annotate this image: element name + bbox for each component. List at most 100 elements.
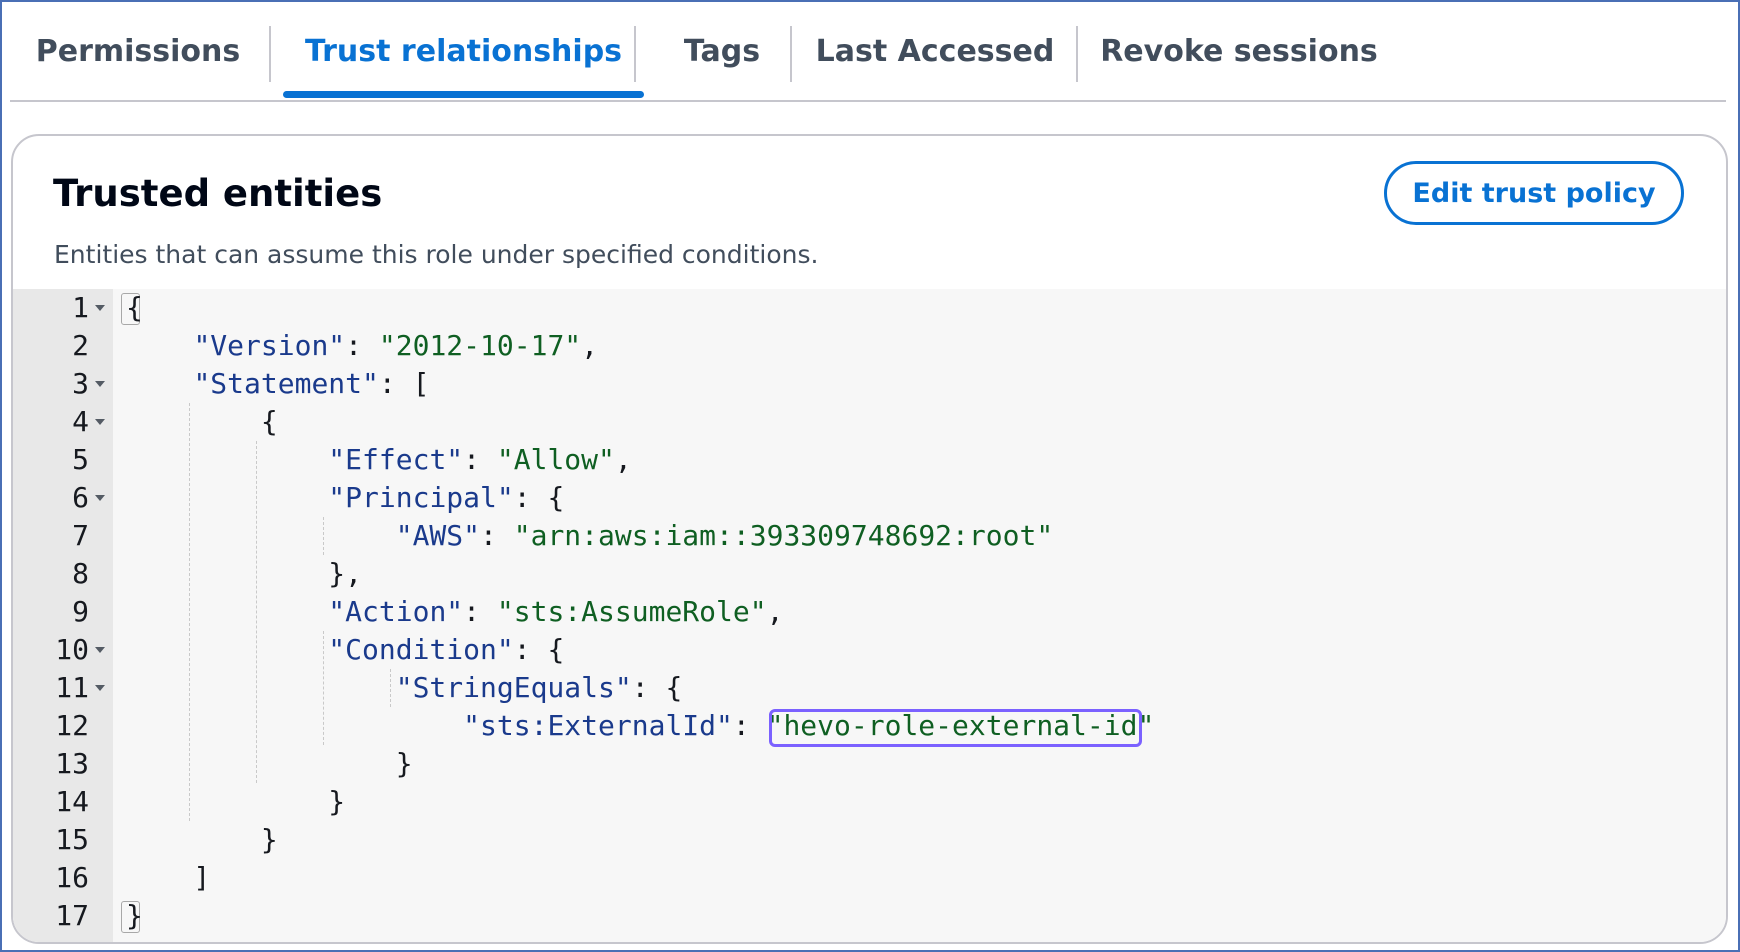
- code-line: 5 "Effect": "Allow",: [13, 441, 1726, 479]
- json-key: "Version": [193, 329, 346, 362]
- code-text: "StringEquals": {: [126, 669, 683, 707]
- code-line: 6 "Principal": {: [13, 479, 1726, 517]
- code-text: "Version": "2012-10-17",: [126, 327, 598, 365]
- tab-separator: [634, 26, 636, 82]
- code-line: 11 "StringEquals": {: [13, 669, 1726, 707]
- json-punctuation: [126, 671, 396, 704]
- json-string: "Allow": [496, 443, 615, 476]
- tab-separator: [790, 26, 792, 82]
- json-punctuation: [126, 633, 328, 666]
- code-line: 17}: [13, 897, 1726, 935]
- json-punctuation: [126, 329, 193, 362]
- json-string: "sts:AssumeRole": [496, 595, 767, 628]
- json-punctuation: : {: [513, 481, 565, 514]
- json-punctuation: {: [126, 405, 278, 438]
- line-number: 5: [72, 443, 89, 476]
- code-line: 14 }: [13, 783, 1726, 821]
- policy-code-editor[interactable]: 1{2 "Version": "2012-10-17", 3 "Statement…: [13, 289, 1726, 942]
- json-punctuation: : {: [631, 671, 683, 704]
- json-punctuation: }: [126, 747, 413, 780]
- json-punctuation: }: [126, 823, 278, 856]
- tab-revoke-sessions[interactable]: Revoke sessions: [1093, 2, 1385, 100]
- code-text: "Effect": "Allow",: [126, 441, 632, 479]
- tab-permissions[interactable]: Permissions: [22, 2, 254, 100]
- active-tab-indicator: [283, 91, 644, 98]
- json-key: "AWS": [395, 519, 481, 552]
- line-number: 13: [55, 747, 89, 780]
- code-line: 16 ]: [13, 859, 1726, 897]
- code-line: 7 "AWS": "arn:aws:iam::393309748692:root…: [13, 517, 1726, 555]
- code-line: 9 "Action": "sts:AssumeRole",: [13, 593, 1726, 631]
- json-punctuation: [126, 367, 193, 400]
- code-line: 3 "Statement": [: [13, 365, 1726, 403]
- code-text: "Action": "sts:AssumeRole",: [126, 593, 783, 631]
- code-text: "Statement": [: [126, 365, 429, 403]
- line-number: 6: [72, 481, 89, 514]
- json-punctuation: :: [463, 595, 497, 628]
- fold-arrow-icon[interactable]: [95, 419, 105, 425]
- code-text: {: [126, 289, 143, 327]
- json-punctuation: {: [126, 291, 143, 324]
- line-number: 7: [72, 519, 89, 552]
- line-number: 14: [55, 785, 89, 818]
- json-punctuation: ,: [614, 443, 632, 476]
- trusted-entities-panel: Trusted entities Entities that can assum…: [11, 134, 1728, 944]
- line-number: 11: [55, 671, 89, 704]
- code-text: }: [126, 821, 278, 859]
- code-text: }: [126, 745, 413, 783]
- json-key: "Effect": [328, 443, 464, 476]
- json-string: "arn:aws:iam::393309748692:root": [513, 519, 1054, 552]
- json-punctuation: :: [463, 443, 497, 476]
- code-text: "Principal": {: [126, 479, 564, 517]
- tab-separator: [1076, 26, 1078, 82]
- line-number: 1: [72, 291, 89, 324]
- json-punctuation: [126, 481, 328, 514]
- code-text: ]: [126, 859, 210, 897]
- json-key: "StringEquals": [395, 671, 632, 704]
- json-punctuation: [126, 709, 463, 742]
- json-punctuation: [126, 595, 328, 628]
- tab-separator: [269, 26, 271, 82]
- tab-trust-relationships[interactable]: Trust relationships: [283, 2, 644, 100]
- tab-tags[interactable]: Tags: [660, 2, 784, 100]
- line-number: 16: [55, 861, 89, 894]
- line-number: 3: [72, 367, 89, 400]
- line-number: 9: [72, 595, 89, 628]
- line-number: 2: [72, 329, 89, 362]
- code-line: 1{: [13, 289, 1726, 327]
- line-number: 15: [55, 823, 89, 856]
- code-line: 15 }: [13, 821, 1726, 859]
- code-line: 10 "Condition": {: [13, 631, 1726, 669]
- line-number: 8: [72, 557, 89, 590]
- code-line: 4 {: [13, 403, 1726, 441]
- code-line: 2 "Version": "2012-10-17",: [13, 327, 1726, 365]
- panel-description: Entities that can assume this role under…: [54, 240, 819, 269]
- edit-trust-policy-button[interactable]: Edit trust policy: [1384, 161, 1684, 225]
- code-line: 13 }: [13, 745, 1726, 783]
- fold-arrow-icon[interactable]: [95, 305, 105, 311]
- code-text: "Condition": {: [126, 631, 564, 669]
- json-string: "hevo-role-external-id": [766, 709, 1155, 742]
- tab-last-accessed[interactable]: Last Accessed: [805, 2, 1065, 100]
- fold-arrow-icon[interactable]: [95, 495, 105, 501]
- fold-arrow-icon[interactable]: [95, 647, 105, 653]
- fold-arrow-icon[interactable]: [95, 685, 105, 691]
- json-key: "sts:ExternalId": [463, 709, 733, 742]
- json-punctuation: [126, 443, 328, 476]
- json-key: "Condition": [328, 633, 514, 666]
- fold-arrow-icon[interactable]: [95, 381, 105, 387]
- json-string: "2012-10-17": [378, 329, 582, 362]
- line-number: 10: [55, 633, 89, 666]
- json-key: "Statement": [193, 367, 379, 400]
- json-punctuation: ]: [126, 861, 211, 894]
- json-punctuation: : {: [513, 633, 565, 666]
- json-key: "Principal": [328, 481, 514, 514]
- panel-title: Trusted entities: [53, 172, 383, 215]
- json-punctuation: :: [732, 709, 767, 742]
- line-number: 17: [55, 899, 89, 932]
- json-key: "Action": [328, 595, 464, 628]
- tab-bar: Permissions Trust relationships Tags Las…: [10, 2, 1726, 102]
- code-text: }: [126, 783, 345, 821]
- json-punctuation: :: [480, 519, 514, 552]
- code-text: {: [126, 403, 278, 441]
